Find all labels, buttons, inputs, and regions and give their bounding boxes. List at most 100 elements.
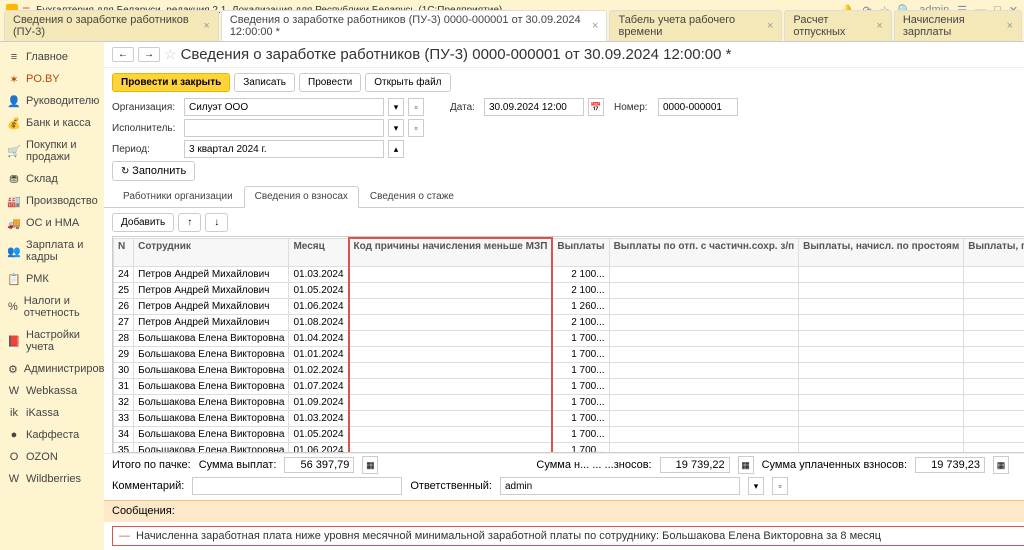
document-tab[interactable]: Начисления зарплаты×: [894, 10, 1022, 41]
page-header: ← → ☆ Сведения о заработке работников (П…: [104, 42, 1024, 68]
table-row[interactable]: 35Большакова Елена Викторовна01.06.20241…: [114, 442, 1024, 453]
sum-pay-value: 56 397,79: [284, 457, 354, 473]
table-row[interactable]: 28Большакова Елена Викторовна01.04.20241…: [114, 330, 1024, 346]
col-header[interactable]: Сотрудник: [134, 238, 289, 266]
period-input[interactable]: [184, 140, 384, 158]
sidebar-icon: 🛒: [8, 145, 20, 157]
main-content: ← → ☆ Сведения о заработке работников (П…: [104, 42, 1024, 550]
number-input[interactable]: [658, 98, 738, 116]
post-button[interactable]: Провести: [299, 73, 361, 92]
table-row[interactable]: 30Большакова Елена Викторовна01.02.20241…: [114, 362, 1024, 378]
col-header[interactable]: Выплаты, по результата...: [964, 238, 1024, 266]
document-tab[interactable]: Сведения о заработке работников (ПУ-3) 0…: [221, 10, 608, 41]
table-row[interactable]: 24Петров Андрей Михайлович01.03.20242 10…: [114, 266, 1024, 282]
sidebar-item[interactable]: %Налоги и отчетность: [0, 290, 104, 324]
col-header[interactable]: Месяц: [289, 238, 349, 266]
number-label: Номер:: [614, 102, 654, 113]
table-row[interactable]: 31Большакова Елена Викторовна01.07.20241…: [114, 378, 1024, 394]
calendar-icon[interactable]: 📅: [588, 98, 604, 116]
sidebar-item[interactable]: 🚚ОС и НМА: [0, 212, 104, 234]
org-label: Организация:: [112, 102, 180, 113]
sidebar-item[interactable]: 💰Банк и касса: [0, 112, 104, 134]
sidebar-item[interactable]: 🛒Покупки и продажи: [0, 134, 104, 168]
date-label: Дата:: [450, 102, 480, 113]
tab-close-icon[interactable]: ×: [203, 20, 209, 32]
sub-tab[interactable]: Сведения о взносах: [244, 186, 359, 208]
calc3-icon[interactable]: ▦: [993, 456, 1009, 474]
tab-close-icon[interactable]: ×: [876, 20, 882, 32]
col-header[interactable]: Код причины начисления меньше МЗП: [349, 238, 553, 266]
open-file-button[interactable]: Открыть файл: [365, 73, 450, 92]
sidebar-item[interactable]: ikiKassa: [0, 402, 104, 424]
col-header[interactable]: N: [114, 238, 134, 266]
sum-paid-label: Сумма уплаченных взносов:: [762, 459, 907, 471]
add-row-button[interactable]: Добавить: [112, 213, 174, 232]
table-row[interactable]: 27Петров Андрей Михайлович01.08.20242 10…: [114, 314, 1024, 330]
sidebar-item[interactable]: 👥Зарплата и кадры: [0, 234, 104, 268]
warning-message[interactable]: — Начисленна заработная плата ниже уровн…: [112, 526, 1024, 546]
table-row[interactable]: 26Петров Андрей Михайлович01.06.20241 26…: [114, 298, 1024, 314]
date-input[interactable]: [484, 98, 584, 116]
nav-fwd-button[interactable]: →: [138, 47, 160, 62]
sidebar-item[interactable]: ✶PO.BY: [0, 68, 104, 90]
org-clear-button[interactable]: ▫: [408, 98, 424, 116]
save-button[interactable]: Записать: [234, 73, 295, 92]
sidebar-item[interactable]: 📕Настройки учета: [0, 324, 104, 358]
calc2-icon[interactable]: ▦: [738, 456, 754, 474]
exec-label: Исполнитель:: [112, 123, 180, 134]
table-row[interactable]: 33Большакова Елена Викторовна01.03.20241…: [114, 410, 1024, 426]
document-tab[interactable]: Расчет отпускных×: [784, 10, 891, 41]
col-header[interactable]: Выплаты: [552, 238, 609, 266]
col-header[interactable]: Выплаты, начисл. по простоям: [799, 238, 964, 266]
tab-close-icon[interactable]: ×: [592, 20, 598, 32]
table-row[interactable]: 32Большакова Елена Викторовна01.09.20241…: [114, 394, 1024, 410]
sidebar-item[interactable]: 🏭Производство: [0, 190, 104, 212]
sidebar-item[interactable]: WWebkassa: [0, 380, 104, 402]
favorite-icon[interactable]: ☆: [164, 46, 177, 63]
sidebar-icon: 👥: [8, 245, 20, 257]
document-tabs: Сведения о заработке работников (ПУ-3)×С…: [0, 20, 1024, 42]
move-up-button[interactable]: ↑: [178, 213, 201, 232]
nav-back-button[interactable]: ←: [112, 47, 134, 62]
period-up-button[interactable]: ▴: [388, 140, 404, 158]
col-header[interactable]: Выплаты по отп. с частичн.сохр. з/п: [609, 238, 799, 266]
tab-close-icon[interactable]: ×: [767, 20, 773, 32]
sidebar-item[interactable]: 📋РМК: [0, 268, 104, 290]
document-tab[interactable]: Табель учета рабочего времени×: [609, 10, 782, 41]
sidebar-icon: W: [8, 385, 20, 397]
resp-open-button[interactable]: ▾: [748, 477, 764, 495]
exec-clear-button[interactable]: ▫: [408, 119, 424, 137]
post-close-button[interactable]: Провести и закрыть: [112, 73, 230, 92]
sub-tab[interactable]: Работники организации: [112, 186, 244, 207]
sidebar-icon: 👤: [8, 95, 20, 107]
table-row[interactable]: 29Большакова Елена Викторовна01.01.20241…: [114, 346, 1024, 362]
sidebar-item[interactable]: ≡Главное: [0, 46, 104, 68]
table-row[interactable]: 34Большакова Елена Викторовна01.05.20241…: [114, 426, 1024, 442]
exec-input[interactable]: [184, 119, 384, 137]
sidebar-item[interactable]: ●Каффеста: [0, 424, 104, 446]
sub-tab[interactable]: Сведения о стаже: [359, 186, 465, 207]
sidebar-item[interactable]: WWildberries: [0, 468, 104, 490]
comment-input[interactable]: [192, 477, 402, 495]
exec-open-button[interactable]: ▾: [388, 119, 404, 137]
org-open-button[interactable]: ▾: [388, 98, 404, 116]
sidebar-item[interactable]: 👤Руководителю: [0, 90, 104, 112]
tab-close-icon[interactable]: ×: [1007, 20, 1013, 32]
sidebar-item[interactable]: ⚙Администрирование: [0, 358, 104, 380]
table-container[interactable]: NСотрудникМесяцКод причины начисления ме…: [112, 236, 1024, 453]
resp-label: Ответственный:: [410, 480, 492, 492]
org-input[interactable]: [184, 98, 384, 116]
resp-clear-button[interactable]: ▫: [772, 477, 788, 495]
messages-label: Сообщения:: [112, 505, 175, 518]
sidebar-icon: ⛃: [8, 173, 20, 185]
calc-icon[interactable]: ▦: [362, 456, 378, 474]
sum-contrib-label: Сумма н... ... ...зносов:: [536, 459, 651, 471]
sidebar-item[interactable]: OOZON: [0, 446, 104, 468]
sidebar-item[interactable]: ⛃Склад: [0, 168, 104, 190]
move-down-button[interactable]: ↓: [205, 213, 228, 232]
resp-input[interactable]: [500, 477, 740, 495]
sidebar-icon: %: [8, 301, 18, 313]
table-row[interactable]: 25Петров Андрей Михайлович01.05.20242 10…: [114, 282, 1024, 298]
document-tab[interactable]: Сведения о заработке работников (ПУ-3)×: [4, 10, 219, 41]
fill-button[interactable]: ↻ Заполнить: [112, 161, 195, 181]
